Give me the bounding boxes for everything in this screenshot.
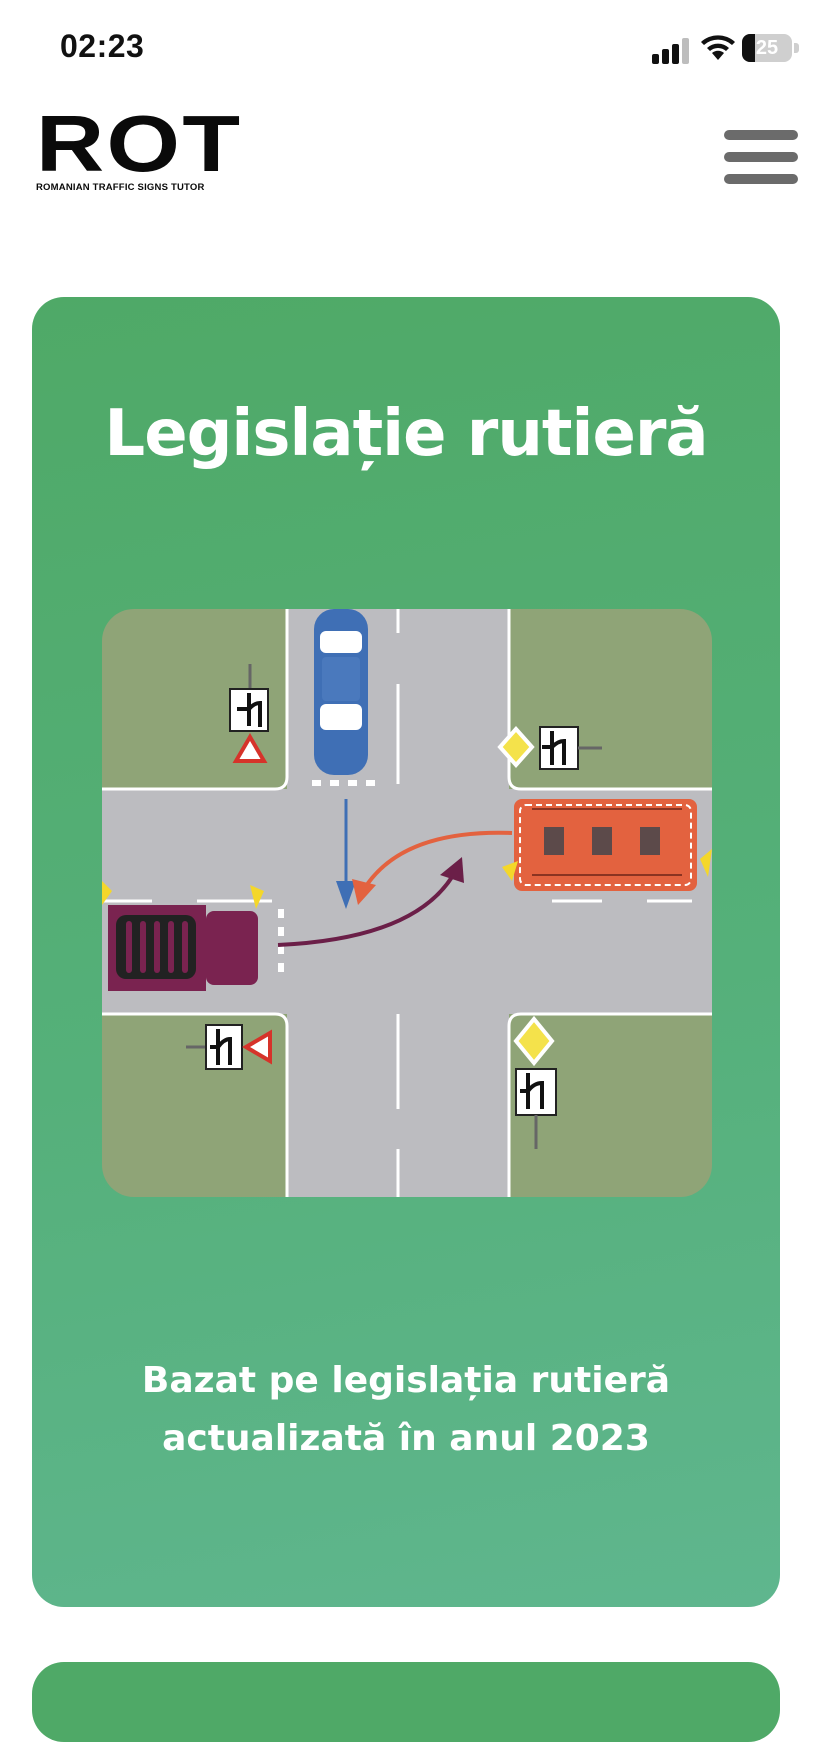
menu-bar-middle (724, 152, 798, 162)
hero-subtitle: Bazat pe legislația rutieră actualizată … (32, 1352, 780, 1468)
status-bar: 02:23 25 (0, 0, 828, 100)
intersection-priority-illustration (102, 609, 712, 1197)
menu-bar-top (724, 130, 798, 140)
battery-icon: 25 (742, 34, 802, 64)
hero-subtitle-line1: Bazat pe legislația rutieră (141, 1360, 671, 1401)
logo-text: ROT (36, 99, 243, 188)
hero-card[interactable]: Legislație rutieră Bazat pe legislația r… (32, 297, 780, 1607)
next-card[interactable] (32, 1662, 780, 1742)
battery-level: 25 (755, 37, 779, 59)
blue-car (314, 609, 368, 775)
menu-bar-bottom (724, 174, 798, 184)
hamburger-menu-icon[interactable] (724, 130, 800, 188)
logo-subtitle: ROMANIAN TRAFFIC SIGNS TUTOR (36, 182, 205, 193)
site-header: ROT ROMANIAN TRAFFIC SIGNS TUTOR (0, 100, 828, 210)
status-time: 02:23 (60, 28, 145, 64)
hero-subtitle-line2: actualizată în anul 2023 (162, 1418, 650, 1459)
battery-cap (794, 43, 799, 53)
orange-bus (502, 799, 712, 891)
cellular-signal-icon (652, 38, 689, 64)
hero-title: Legislație rutieră (104, 397, 708, 471)
rot-logo[interactable]: ROT ROMANIAN TRAFFIC SIGNS TUTOR (36, 104, 256, 194)
wifi-icon (701, 35, 735, 60)
battery-body: 25 (742, 34, 792, 62)
